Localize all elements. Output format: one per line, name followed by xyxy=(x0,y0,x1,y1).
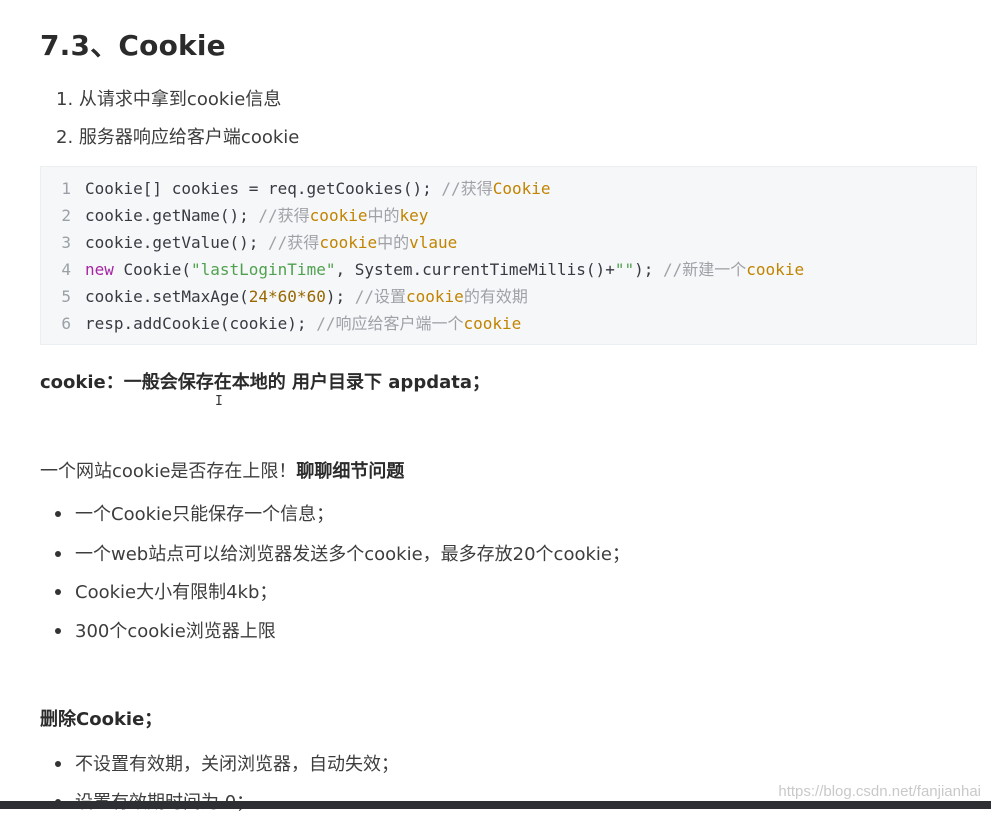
code-token: cookie xyxy=(309,206,368,225)
line-number: 6 xyxy=(61,314,71,333)
code-token: //响应给客户端一个 xyxy=(316,314,464,333)
code-token: //获得 xyxy=(268,233,320,252)
list-item: 不设置有效期，关闭浏览器，自动失效； xyxy=(55,750,399,776)
code-token: //新建一个 xyxy=(663,260,747,279)
code-token: Cookie( xyxy=(113,260,191,279)
code-token: cookie.getValue(); xyxy=(85,233,269,252)
code-token: new xyxy=(85,260,114,279)
code-token: 中的 xyxy=(367,206,400,225)
code-line: 2 cookie.getName(); //获得cookie中的key xyxy=(41,202,428,229)
code-token: cookie xyxy=(406,287,464,306)
code-token: "lastLoginTime" xyxy=(190,260,336,279)
list-item: 一个web站点可以给浏览器发送多个cookie，最多存放20个cookie； xyxy=(55,540,630,566)
ordered-list-item-1: 1. 从请求中拿到cookie信息 xyxy=(56,85,281,111)
code-line: 1 Cookie[] cookies = req.getCookies(); //… xyxy=(41,175,551,202)
code-token: 中的 xyxy=(377,233,410,252)
code-line: 5 cookie.setMaxAge(24*60*60); //设置cookie的… xyxy=(41,283,528,310)
code-token: Cookie xyxy=(492,179,551,198)
ordered-list-item-2: 2. 服务器响应给客户端cookie xyxy=(56,123,299,149)
code-token: cookie xyxy=(746,260,805,279)
list-item: Cookie大小有限制4kb； xyxy=(54,578,277,604)
code-token: , System.currentTimeMillis()+ xyxy=(335,260,615,279)
text-cursor-icon: I xyxy=(215,394,223,409)
article-page: 7.3、Cookie 1. 从请求中拿到cookie信息 2. 服务器响应给客户… xyxy=(0,0,991,813)
code-token: cookie xyxy=(319,233,378,252)
code-token: //获得 xyxy=(258,206,310,225)
code-token: //设置 xyxy=(354,287,407,306)
line-number: 1 xyxy=(61,179,71,198)
list-item-text: 服务器响应给客户端cookie xyxy=(78,127,300,148)
code-line: 3 cookie.getValue(); //获得cookie中的vlaue xyxy=(41,229,457,256)
delete-cookie-heading: 删除Cookie； xyxy=(40,709,163,730)
line-number: 3 xyxy=(61,233,71,252)
code-token: ); xyxy=(325,287,355,306)
code-block[interactable]: 1 Cookie[] cookies = req.getCookies(); //… xyxy=(40,166,977,345)
code-token: //获得 xyxy=(441,179,493,198)
code-line: 4 new Cookie("lastLoginTime", System.curr… xyxy=(41,256,804,283)
list-item: 300个cookie浏览器上限 xyxy=(55,617,276,643)
code-line: 6 resp.addCookie(cookie); //响应给客户端一个cooki… xyxy=(41,310,521,337)
code-token: 24*60*60 xyxy=(248,287,326,306)
line-number: 2 xyxy=(61,206,71,225)
code-token: resp.addCookie(cookie); xyxy=(85,314,317,333)
code-token: cookie xyxy=(463,314,522,333)
list-item-text: 从请求中拿到cookie信息 xyxy=(78,89,282,110)
code-token: Cookie[] cookies = req.getCookies(); xyxy=(85,179,442,198)
list-number: 1. xyxy=(56,89,74,110)
line-number: 4 xyxy=(61,260,71,279)
list-item: 一个Cookie只能保存一个信息； xyxy=(54,500,334,526)
list-number: 2. xyxy=(56,127,74,148)
code-token: cookie.setMaxAge( xyxy=(85,287,249,306)
code-token: cookie.getName(); xyxy=(85,206,259,225)
code-token: vlaue xyxy=(409,233,458,252)
section-heading: 7.3、Cookie xyxy=(40,29,226,62)
cookie-limit-line: 一个网站cookie是否存在上限！聊聊细节问题 xyxy=(40,457,404,483)
code-token: ); xyxy=(634,260,663,279)
code-token: "" xyxy=(614,260,635,279)
code-token: key xyxy=(399,206,429,225)
taskbar xyxy=(0,801,991,809)
cookie-limit-text: 一个网站cookie是否存在上限！ xyxy=(40,461,297,482)
cookie-limit-bold: 聊聊细节问题 xyxy=(296,461,405,482)
watermark: https://blog.csdn.net/fanjianhai xyxy=(778,783,981,800)
line-number: 5 xyxy=(61,287,71,306)
code-token: 的有效期 xyxy=(463,287,528,306)
cookie-storage-note: cookie：一般会保存在本地的 用户目录下 appdata； xyxy=(40,372,490,393)
